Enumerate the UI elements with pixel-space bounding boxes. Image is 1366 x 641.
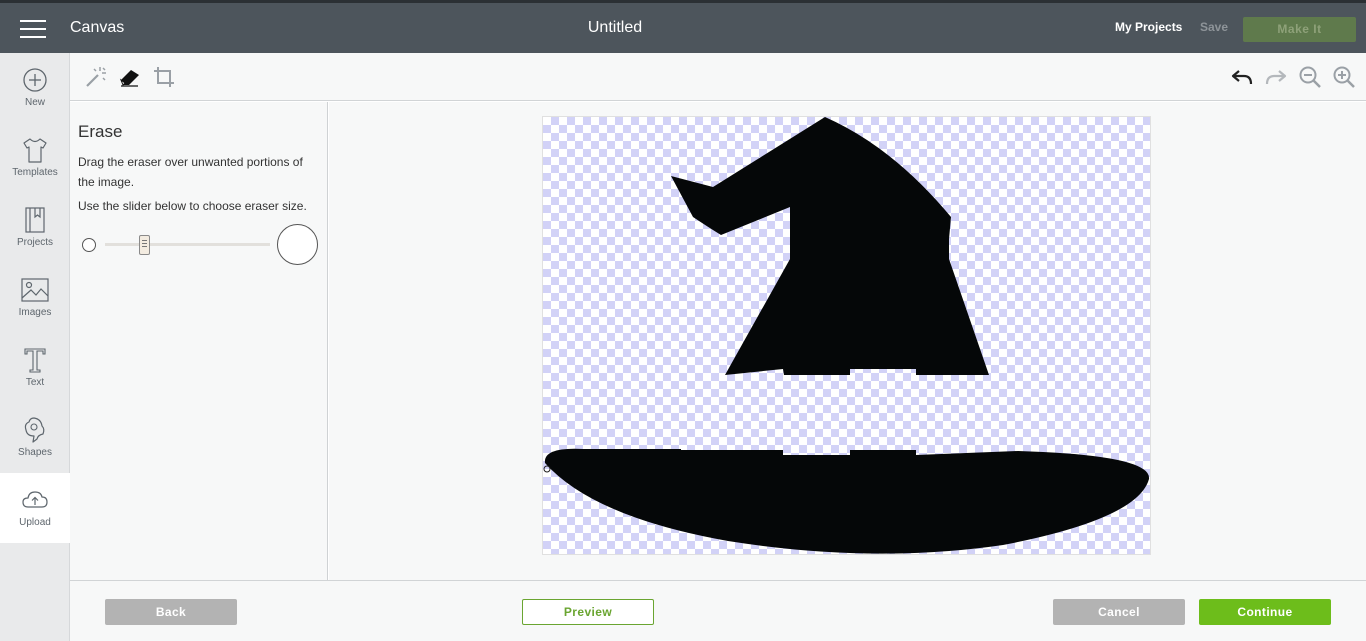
witch-hat-image [543, 117, 1150, 554]
bottom-bar: Back Preview Cancel Continue [70, 580, 1366, 641]
sidebar-item-shapes[interactable]: Shapes [0, 403, 70, 473]
back-button[interactable]: Back [105, 599, 237, 625]
zoom-out-icon[interactable] [1298, 65, 1322, 89]
redo-icon[interactable] [1264, 65, 1288, 89]
work-area [329, 102, 1366, 580]
slider-instruction: Use the slider below to choose eraser si… [78, 199, 307, 213]
sidebar-item-upload[interactable]: Upload [0, 473, 70, 543]
cloud-upload-icon [22, 491, 48, 508]
panel-title: Erase [78, 122, 123, 141]
sidebar-item-new[interactable]: New [0, 53, 70, 123]
continue-button[interactable]: Continue [1199, 599, 1331, 625]
max-size-circle-icon [277, 224, 318, 265]
sidebar-item-templates[interactable]: Templates [0, 123, 70, 193]
make-it-button[interactable]: Make It [1243, 17, 1356, 42]
text-icon [24, 348, 46, 373]
notebook-icon [25, 207, 45, 233]
save-button[interactable]: Save [1200, 20, 1228, 34]
app-window: Canvas Untitled My Projects Save Make It… [0, 0, 1366, 641]
sidebar-item-label: Projects [16, 237, 54, 248]
shapes-icon [24, 417, 45, 443]
image-icon [21, 278, 49, 302]
my-projects-link[interactable]: My Projects [1115, 20, 1182, 34]
sidebar-item-label: Upload [19, 517, 51, 528]
image-canvas[interactable] [542, 116, 1151, 555]
eraser-size-slider [80, 224, 320, 266]
eraser-icon[interactable] [118, 65, 142, 89]
magic-wand-icon[interactable] [84, 65, 108, 89]
tshirt-icon [23, 138, 47, 163]
erase-instruction: Drag the eraser over unwanted portions o… [78, 155, 303, 189]
sidebar-item-images[interactable]: Images [0, 263, 70, 333]
sidebar-item-label: Text [25, 377, 45, 388]
undo-icon[interactable] [1230, 65, 1254, 89]
crop-icon[interactable] [152, 65, 176, 89]
zoom-in-icon[interactable] [1332, 65, 1356, 89]
top-bar: Canvas Untitled My Projects Save Make It [0, 0, 1366, 53]
sidebar-item-text[interactable]: Text [0, 333, 70, 403]
cancel-button[interactable]: Cancel [1053, 599, 1185, 625]
document-title: Untitled [587, 19, 643, 36]
erase-panel: Erase Drag the eraser over unwanted port… [70, 102, 328, 580]
plus-circle-icon [23, 68, 47, 92]
preview-button[interactable]: Preview [522, 599, 654, 625]
sidebar-item-projects[interactable]: Projects [0, 193, 70, 263]
edit-toolbar [70, 53, 1366, 101]
sidebar-item-label: New [24, 97, 45, 108]
sidebar-item-label: Images [18, 307, 52, 318]
slider-thumb[interactable] [138, 235, 150, 255]
sidebar-item-label: Templates [12, 167, 58, 178]
left-sidebar: New Templates Projects Images Text Shape… [0, 53, 70, 641]
sidebar-item-label: Shapes [18, 447, 52, 458]
min-size-circle-icon [82, 238, 96, 252]
slider-track[interactable] [105, 243, 270, 246]
